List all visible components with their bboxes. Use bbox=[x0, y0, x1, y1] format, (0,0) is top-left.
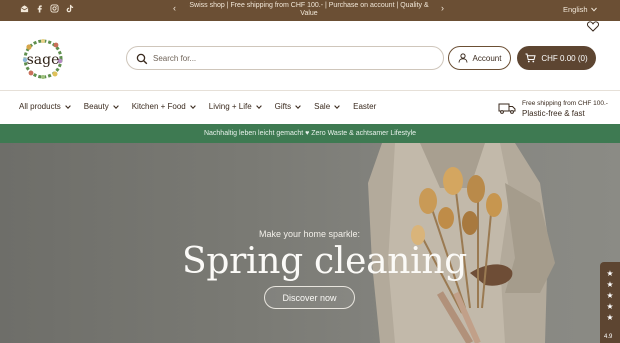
account-button[interactable]: Account bbox=[448, 46, 511, 70]
chevron-down-icon bbox=[295, 104, 301, 109]
account-label: Account bbox=[472, 53, 502, 63]
user-icon bbox=[458, 53, 468, 63]
nav-item-sale[interactable]: Sale bbox=[314, 102, 340, 111]
shipping-line-1: Free shipping from CHF 100.- bbox=[522, 100, 608, 107]
nav-item-label: Easter bbox=[353, 102, 377, 111]
wishlist-heart-icon[interactable] bbox=[586, 21, 600, 33]
chevron-down-icon bbox=[189, 104, 196, 109]
shipping-info: Free shipping from CHF 100.- Plastic-fre… bbox=[498, 100, 608, 120]
instagram-icon[interactable] bbox=[50, 4, 59, 13]
hero-title: Spring cleaning bbox=[182, 241, 467, 282]
sage-logo[interactable]: sage bbox=[19, 37, 67, 81]
chevron-down-icon bbox=[334, 104, 340, 109]
nav-item-gifts[interactable]: Gifts bbox=[275, 102, 301, 111]
nav-item-label: Kitchen + Food bbox=[131, 102, 186, 111]
nav-item-label: Living + Life bbox=[208, 102, 252, 111]
nav-item-living-life[interactable]: Living + Life bbox=[209, 102, 262, 111]
star-icon: ★ bbox=[606, 313, 614, 322]
chevron-down-icon bbox=[112, 104, 119, 109]
nav-item-easter[interactable]: Easter bbox=[353, 102, 376, 111]
facebook-icon[interactable] bbox=[35, 4, 44, 13]
shipping-line-2: Plastic-free & fast bbox=[522, 109, 585, 118]
cart-icon bbox=[525, 53, 537, 63]
discover-now-button[interactable]: Discover now bbox=[264, 286, 355, 309]
nav-item-beauty[interactable]: Beauty bbox=[84, 102, 119, 111]
search-input[interactable] bbox=[153, 50, 433, 66]
chevron-down-icon bbox=[590, 7, 597, 12]
announcement-next-arrow[interactable]: › bbox=[441, 4, 444, 13]
star-icon: ★ bbox=[606, 269, 614, 278]
main-navigation: All products Beauty Kitchen + Food Livin… bbox=[19, 102, 389, 111]
nav-item-label: Sale bbox=[314, 102, 331, 111]
nav-item-label: Gifts bbox=[274, 102, 292, 111]
delivery-truck-icon bbox=[498, 103, 516, 114]
nav-item-label: Beauty bbox=[83, 102, 109, 111]
tiktok-icon[interactable] bbox=[65, 4, 74, 13]
language-label: English bbox=[563, 5, 588, 14]
search-icon bbox=[136, 52, 148, 65]
mission-banner: Nachhaltig leben leicht gemacht ♥ Zero W… bbox=[0, 124, 620, 143]
hero-banner: Make your home sparkle: Spring cleaning … bbox=[0, 143, 620, 343]
cart-button[interactable]: CHF 0.00 (0) bbox=[517, 46, 596, 70]
chevron-down-icon bbox=[255, 104, 262, 109]
star-icon: ★ bbox=[606, 291, 614, 300]
search-bar[interactable] bbox=[126, 46, 444, 70]
nav-item-label: All products bbox=[19, 102, 61, 111]
mail-icon[interactable] bbox=[20, 4, 29, 13]
reviews-widget[interactable]: ★ ★ ★ ★ ★ 4.9 bbox=[600, 262, 620, 343]
star-icon: ★ bbox=[606, 302, 614, 311]
announcement-text: Swiss shop | Free shipping from CHF 100.… bbox=[189, 2, 429, 17]
social-links bbox=[20, 4, 74, 13]
nav-item-all-products[interactable]: All products bbox=[19, 102, 71, 111]
star-icon: ★ bbox=[606, 280, 614, 289]
nav-item-kitchen-food[interactable]: Kitchen + Food bbox=[132, 102, 196, 111]
cart-total: CHF 0.00 (0) bbox=[541, 53, 588, 63]
logo-text: sage bbox=[27, 52, 60, 68]
hero-kicker: Make your home sparkle: bbox=[259, 229, 361, 239]
announcement-bar: ‹ Swiss shop | Free shipping from CHF 10… bbox=[0, 0, 620, 21]
header-divider bbox=[0, 90, 620, 91]
language-selector[interactable]: English bbox=[563, 5, 597, 14]
chevron-down-icon bbox=[64, 104, 71, 109]
announcement-prev-arrow[interactable]: ‹ bbox=[173, 4, 176, 13]
review-score: 4.9 bbox=[604, 334, 613, 340]
